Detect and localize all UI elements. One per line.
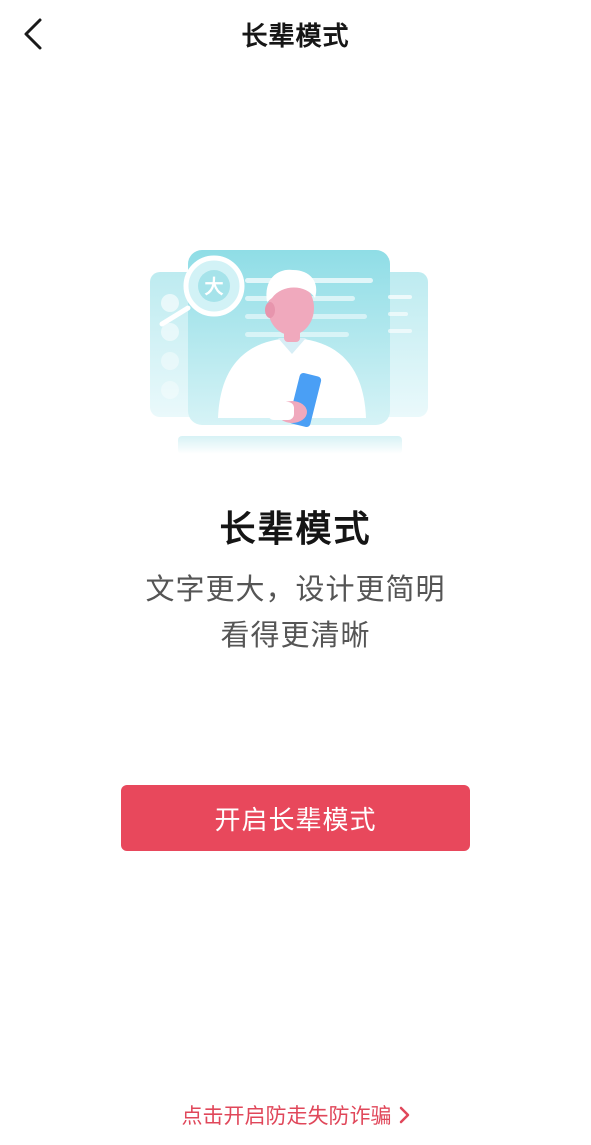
hero-description-line-2: 看得更清晰 xyxy=(220,618,371,652)
anti-fraud-link[interactable]: 点击开启防走失防诈骗 xyxy=(0,1100,591,1130)
enable-elder-mode-label: 开启长辈模式 xyxy=(214,805,377,836)
hero-description-line-1: 文字更大，设计更简明 xyxy=(145,572,446,606)
magnifier-char: 大 xyxy=(204,275,223,298)
nav-bar: 长辈模式 xyxy=(0,0,591,66)
hero-title: 长辈模式 xyxy=(219,509,372,550)
elder-mode-illustration: 大 xyxy=(150,250,428,454)
anti-fraud-link-text: 点击开启防走失防诈骗 xyxy=(181,1104,392,1128)
page-title: 长辈模式 xyxy=(241,22,350,52)
enable-elder-mode-button[interactable]: 开启长辈模式 xyxy=(121,785,470,851)
chevron-right-icon xyxy=(398,1106,410,1124)
